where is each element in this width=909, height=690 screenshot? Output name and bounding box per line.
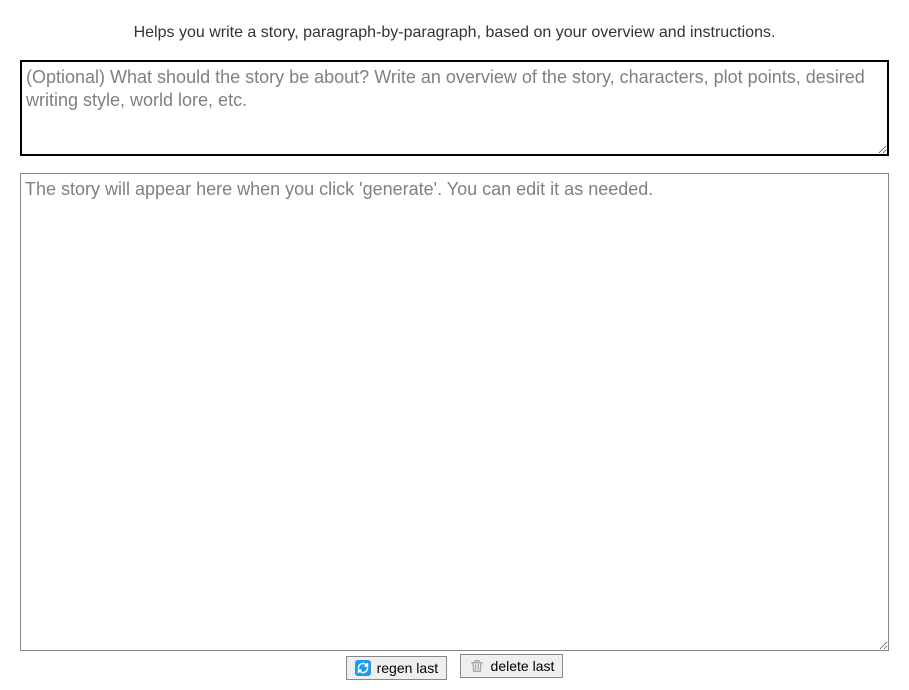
regen-last-label: regen last bbox=[377, 660, 438, 676]
regen-icon bbox=[355, 660, 371, 676]
trash-icon bbox=[469, 658, 485, 674]
delete-last-label: delete last bbox=[491, 658, 555, 674]
button-row: regen last delete last bbox=[20, 654, 889, 680]
regen-last-button[interactable]: regen last bbox=[346, 656, 447, 680]
delete-last-button[interactable]: delete last bbox=[460, 654, 564, 678]
story-textarea[interactable] bbox=[20, 173, 889, 651]
description-text: Helps you write a story, paragraph-by-pa… bbox=[20, 24, 889, 42]
overview-textarea[interactable] bbox=[20, 60, 889, 156]
